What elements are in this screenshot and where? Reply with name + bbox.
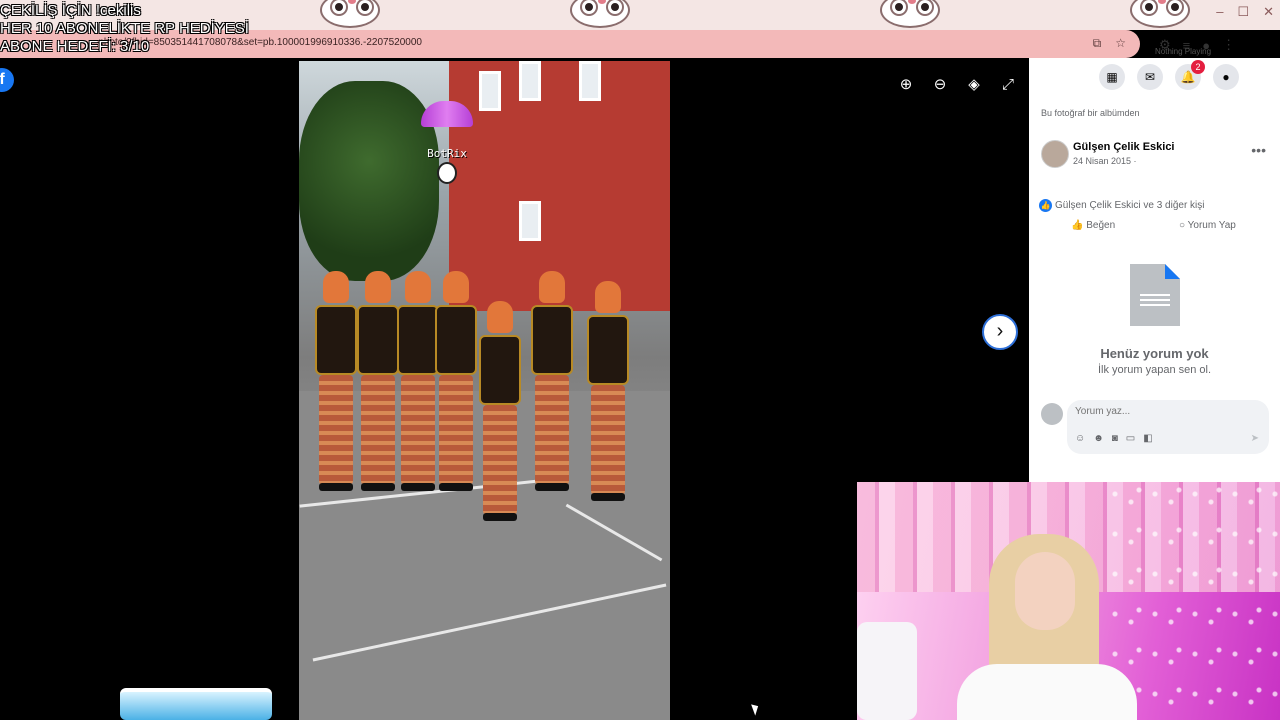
menu-icon[interactable]: ⋮ xyxy=(1222,37,1235,53)
notification-badge: 2 xyxy=(1191,60,1205,74)
emoji-icon[interactable]: ☻ xyxy=(1093,433,1104,444)
notifications-bell-icon[interactable]: 🔔 2 xyxy=(1175,60,1205,90)
commenter-avatar xyxy=(1041,403,1063,425)
more-options-button[interactable]: ••• xyxy=(1251,142,1266,158)
subgoal-text: ABONE HEDEFİ: 3/10 xyxy=(0,38,150,55)
document-corner xyxy=(1165,264,1180,279)
parachute-icon xyxy=(421,101,473,127)
child-figure xyxy=(313,271,359,501)
like-reaction-icon: 👍 xyxy=(1039,199,1052,212)
child-figure xyxy=(529,271,575,501)
address-bar-icons: ⧉ ☆ xyxy=(1093,36,1126,51)
ice-block-decoration xyxy=(120,688,272,720)
author-avatar[interactable] xyxy=(1041,140,1069,168)
author-name[interactable]: Gülşen Çelik Eskici xyxy=(1073,141,1175,153)
document-lines xyxy=(1140,294,1170,308)
media-status: Nothing Playing xyxy=(1155,47,1212,56)
album-note: Bu fotoğraf bir albümden xyxy=(1041,108,1140,118)
comment-tools: ☺ ☻ ◙ ▭ ◧ xyxy=(1075,433,1153,444)
window-controls: – ☐ ✕ xyxy=(1216,4,1274,20)
comment-button[interactable]: ○ Yorum Yap xyxy=(1179,220,1236,231)
streamer-webcam xyxy=(857,482,1280,720)
webcam-fairy-lights xyxy=(1107,482,1280,720)
gaming-chair xyxy=(857,622,917,720)
comment-input[interactable] xyxy=(1075,406,1255,417)
zoom-out-icon[interactable]: ⊖ xyxy=(929,74,951,96)
like-button-label: Beğen xyxy=(1086,220,1116,231)
zoom-in-icon[interactable]: ⊕ xyxy=(895,74,917,96)
cat-decoration xyxy=(1130,0,1190,28)
streamer-face xyxy=(1015,552,1075,630)
cat-decoration xyxy=(320,0,380,28)
child-figure xyxy=(433,271,479,501)
tag-icon[interactable]: ◈ xyxy=(963,74,985,96)
child-figure xyxy=(585,281,631,511)
giveaway-text: ÇEKİLİŞ İÇİN !cekilis xyxy=(0,2,141,19)
subgift-text: HER 10 ABONELİKTE RP HEDİYESİ xyxy=(0,20,249,37)
facebook-top-nav: ▦ ✉ 🔔 2 ● xyxy=(1099,60,1239,90)
botrix-parachute: BotRix xyxy=(412,101,482,184)
camera-icon[interactable]: ◙ xyxy=(1112,433,1118,444)
cat-decoration xyxy=(570,0,630,28)
botrix-label: BotRix xyxy=(427,147,467,160)
close-icon[interactable]: ✕ xyxy=(1263,4,1274,20)
viewer-toolbar: ⊕ ⊖ ◈ ⤢ xyxy=(895,74,1019,96)
menu-grid-icon[interactable]: ▦ xyxy=(1099,64,1125,90)
bird-icon xyxy=(437,162,457,184)
cat-decoration xyxy=(880,0,940,28)
facebook-logo-icon[interactable]: f xyxy=(0,68,14,92)
install-app-icon[interactable]: ⧉ xyxy=(1093,36,1102,51)
reaction-summary[interactable]: Gülşen Çelik Eskici ve 3 diğer kişi xyxy=(1055,200,1205,211)
send-icon[interactable]: ➤ xyxy=(1251,433,1259,444)
avatar-sticker-icon[interactable]: ☺ xyxy=(1075,433,1085,444)
messenger-icon[interactable]: ✉ xyxy=(1137,64,1163,90)
like-button[interactable]: 👍 Beğen xyxy=(1071,220,1115,231)
maximize-icon[interactable]: ☐ xyxy=(1237,4,1249,20)
comment-composer: ☺ ☻ ◙ ▭ ◧ ➤ xyxy=(1067,400,1269,454)
account-avatar[interactable]: ● xyxy=(1213,64,1239,90)
next-photo-button[interactable]: › xyxy=(982,314,1018,350)
gif-icon[interactable]: ▭ xyxy=(1126,433,1135,444)
fullscreen-icon[interactable]: ⤢ xyxy=(997,74,1019,96)
facebook-side-panel: ▦ ✉ 🔔 2 ● Bu fotoğraf bir albümden Gülşen… xyxy=(1029,58,1280,482)
no-comments-title: Henüz yorum yok xyxy=(1100,346,1209,361)
streamer-shirt xyxy=(957,664,1137,720)
bookmark-star-icon[interactable]: ☆ xyxy=(1115,36,1126,51)
sticker-icon[interactable]: ◧ xyxy=(1143,433,1152,444)
photo-image: BotRix xyxy=(299,61,670,720)
child-figure xyxy=(477,301,523,531)
minimize-icon[interactable]: – xyxy=(1216,4,1223,20)
post-date[interactable]: 24 Nisan 2015 · xyxy=(1073,156,1137,166)
no-comments-subtitle: İlk yorum yapan sen ol. xyxy=(1097,364,1212,376)
comment-button-label: Yorum Yap xyxy=(1187,220,1236,231)
